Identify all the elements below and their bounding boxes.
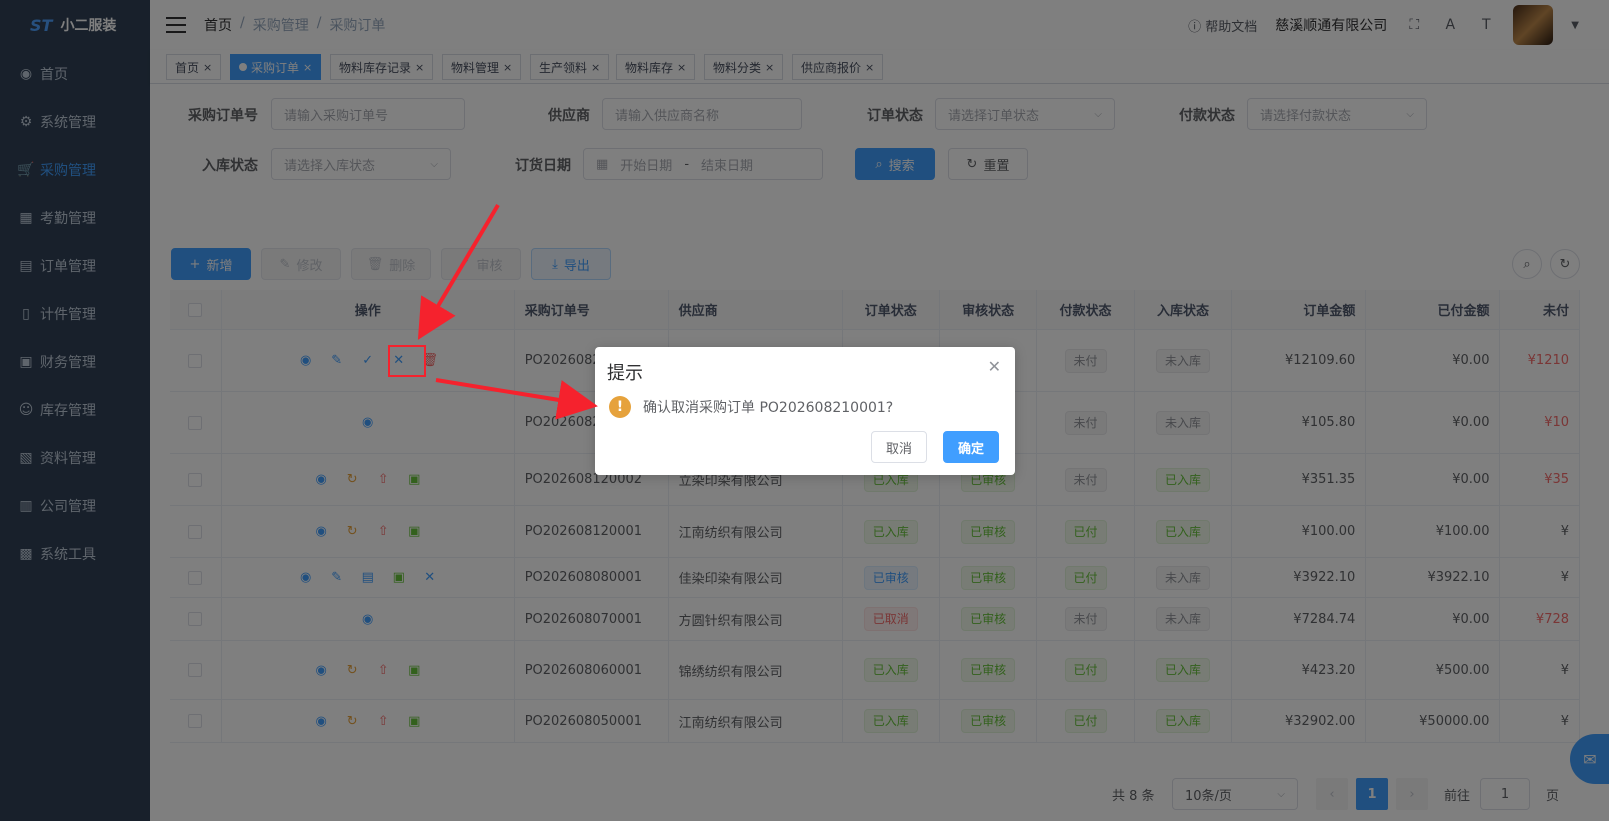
close-icon[interactable]: ✕ — [988, 357, 1001, 376]
dialog-title: 提示 — [607, 363, 643, 384]
confirm-dialog: 提示 ✕ ! 确认取消采购订单 PO202608210001? 取消 确定 — [595, 347, 1015, 475]
cancel-button[interactable]: 取消 — [871, 431, 928, 463]
dialog-message: 确认取消采购订单 PO202608210001? — [643, 400, 894, 416]
annotation-highlight-box — [388, 345, 426, 377]
confirm-button[interactable]: 确定 — [943, 431, 1000, 463]
warning-icon: ! — [609, 396, 631, 418]
